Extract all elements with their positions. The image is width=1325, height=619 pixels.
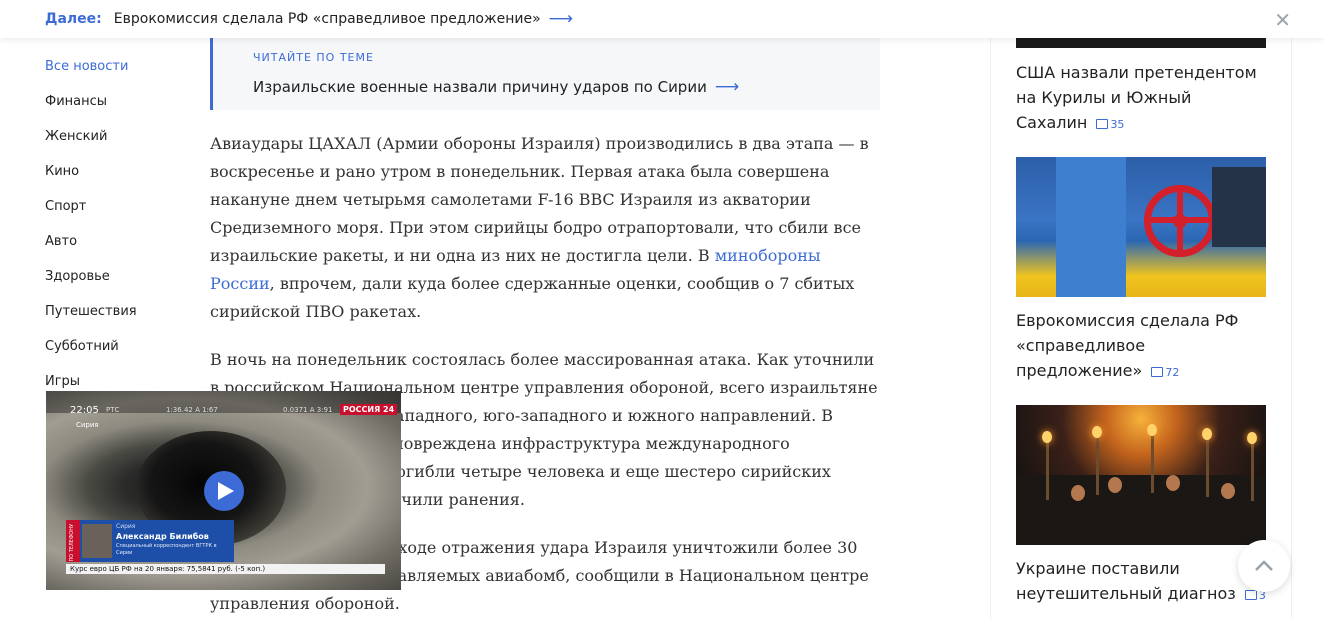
comments-number: 35 [1110, 118, 1125, 131]
video-channel-small: РТС [106, 406, 120, 414]
video-coords: 0.0371 А 3:91 [283, 406, 333, 414]
comments-count[interactable]: 35 [1096, 118, 1124, 131]
nav-item-all-news[interactable]: Все новости [45, 58, 137, 93]
caption-name: Александр Билибов [116, 532, 209, 541]
next-article-link[interactable]: Еврокомиссия сделала РФ «справедливое пр… [114, 11, 541, 27]
video-player[interactable]: 22:05 РТС Сирия 1:36.42 А 1:67 0.0371 А … [46, 391, 401, 590]
related-title[interactable]: Израильские военные назвали причину удар… [253, 77, 739, 97]
caption-side-label: ПО ТЕЛЕФОНУ [66, 520, 80, 562]
news-title[interactable]: Еврокомиссия сделала РФ «справедливое пр… [1016, 311, 1238, 380]
chevron-up-icon [1255, 560, 1273, 571]
arrow-right-icon[interactable]: ⟶ [549, 9, 573, 29]
face [1166, 475, 1180, 491]
caption-role: Специальный корреспондент ВГТРК в Сирии [116, 543, 217, 556]
valve-wheel [1144, 185, 1216, 257]
flame [1042, 431, 1052, 443]
news-thumbnail[interactable] [1016, 38, 1266, 48]
comments-count[interactable]: 72 [1151, 366, 1179, 379]
related-article-block[interactable]: ЧИТАЙТЕ ПО ТЕМЕ Израильские военные назв… [210, 38, 880, 110]
news-title[interactable]: Украине поставили неутешительный диагноз [1016, 559, 1236, 603]
pipe-shape [1056, 157, 1126, 297]
speaker-photo [82, 524, 112, 558]
torch [1251, 441, 1254, 501]
category-nav: Все новости Финансы Женский Кино Спорт А… [45, 58, 137, 408]
scroll-to-top-button[interactable] [1238, 540, 1290, 592]
nav-item-finance[interactable]: Финансы [45, 93, 137, 128]
flame [1147, 424, 1157, 436]
news-thumbnail[interactable] [1016, 405, 1266, 545]
nav-item-cinema[interactable]: Кино [45, 163, 137, 198]
paragraph-text: , впрочем, дали куда более сдержанные оц… [210, 274, 855, 321]
speaker-caption: ПО ТЕЛЕФОНУ Сирия Александр Билибов Спец… [66, 520, 234, 562]
comment-icon [1096, 119, 1109, 129]
flame [1247, 432, 1257, 444]
nav-item-travel[interactable]: Путешествия [45, 303, 137, 338]
comment-icon [1244, 590, 1257, 600]
comments-number: 72 [1165, 366, 1180, 379]
comment-icon [1151, 367, 1164, 377]
nav-item-auto[interactable]: Авто [45, 233, 137, 268]
hand-shape [1212, 167, 1266, 247]
arrow-right-icon: ⟶ [714, 77, 740, 97]
related-kicker: ЧИТАЙТЕ ПО ТЕМЕ [253, 51, 374, 64]
torch [1046, 440, 1049, 500]
video-coords: 1:36.42 А 1:67 [166, 406, 218, 414]
flame [1202, 428, 1212, 440]
sidebar-news-item[interactable]: Украине поставили неутешительный диагноз… [1016, 556, 1266, 608]
next-label: Далее: [45, 11, 102, 27]
nav-item-saturday[interactable]: Субботний [45, 338, 137, 373]
news-ticker: Курс евро ЦБ РФ на 20 января: 75,5841 ру… [66, 564, 385, 574]
play-icon [217, 482, 234, 500]
close-icon[interactable]: ✕ [1274, 8, 1291, 32]
news-thumbnail[interactable] [1016, 157, 1266, 297]
nav-item-women[interactable]: Женский [45, 128, 137, 163]
face [1071, 485, 1085, 501]
torch [1151, 433, 1154, 493]
video-time: 22:05 [70, 405, 99, 416]
channel-logo: РОССИЯ 24 [340, 404, 398, 415]
flame [1092, 426, 1102, 438]
face [1221, 483, 1235, 499]
next-article-bar: Далее: Еврокомиссия сделала РФ «справедл… [0, 0, 1325, 38]
nav-item-sport[interactable]: Спорт [45, 198, 137, 233]
sidebar-news-item[interactable]: Еврокомиссия сделала РФ «справедливое пр… [1016, 308, 1266, 385]
video-place: Сирия [76, 421, 99, 429]
related-title-text[interactable]: Израильские военные назвали причину удар… [253, 78, 707, 96]
sidebar-news-item[interactable]: США назвали претендентом на Курилы и Южн… [1016, 60, 1266, 137]
play-button[interactable] [204, 471, 244, 511]
news-title[interactable]: США назвали претендентом на Курилы и Южн… [1016, 63, 1257, 132]
article-paragraph: Авиаудары ЦАХАЛ (Армии обороны Израиля) … [210, 130, 880, 326]
torch [1206, 437, 1209, 497]
torch [1096, 435, 1099, 495]
nav-item-health[interactable]: Здоровье [45, 268, 137, 303]
face [1108, 477, 1122, 493]
caption-side-text: ПО ТЕЛЕФОНУ [69, 524, 75, 562]
caption-location: Сирия [116, 523, 136, 530]
